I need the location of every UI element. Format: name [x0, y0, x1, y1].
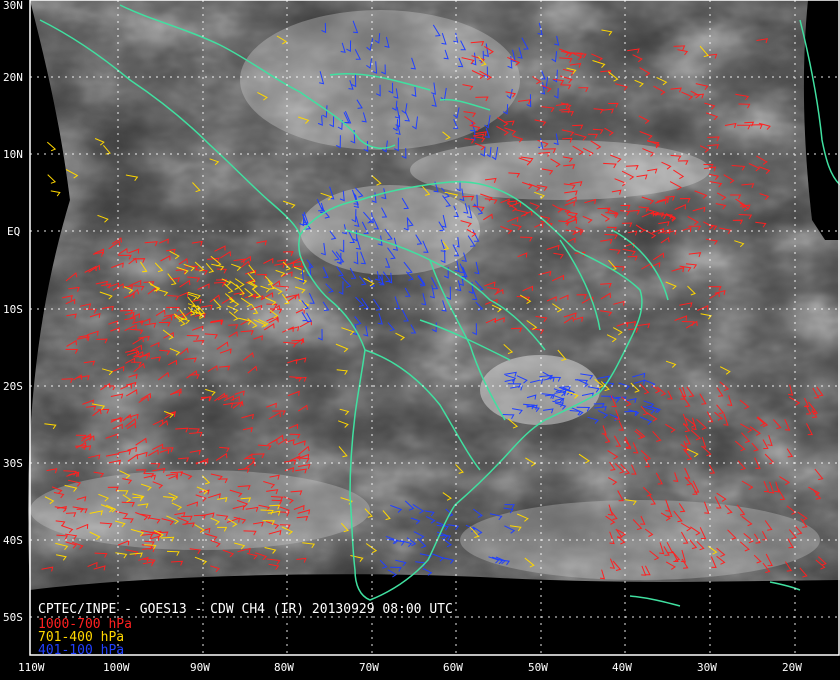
lon-label: 90W [190, 661, 210, 674]
lon-label: 20W [782, 661, 802, 674]
lat-label: 20N [3, 71, 23, 84]
lon-label: 50W [528, 661, 548, 674]
lon-label: 30W [697, 661, 717, 674]
lat-label: 50S [3, 611, 23, 624]
lon-label: 100W [103, 661, 130, 674]
lon-label: 60W [443, 661, 463, 674]
lat-label: 40S [3, 534, 23, 547]
image-caption: CPTEC/INPE - GOES13 - CDW CH4 (IR) 20130… [38, 602, 453, 617]
lat-label: 10S [3, 303, 23, 316]
lon-label: 70W [359, 661, 379, 674]
lat-label: 30N [3, 0, 23, 12]
lon-label: 110W [18, 661, 45, 674]
lat-label: 10N [3, 148, 23, 161]
lon-label: 40W [612, 661, 632, 674]
lon-label: 80W [274, 661, 294, 674]
legend-high-level: 401-100 hPa [38, 643, 125, 658]
lat-label: EQ [7, 225, 20, 238]
lat-label: 20S [3, 380, 23, 393]
satellite-wind-map: 110W 100W 90W 80W 70W 60W 50W 40W 30W 20… [0, 0, 840, 680]
lat-label: 30S [3, 457, 23, 470]
